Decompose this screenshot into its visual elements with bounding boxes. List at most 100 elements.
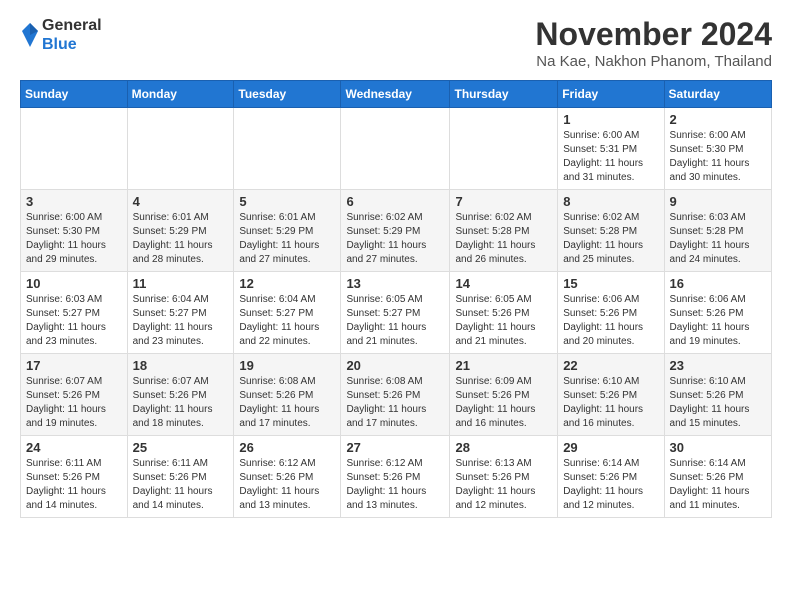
calendar-cell: 10 Sunrise: 6:03 AM Sunset: 5:27 PM Dayli…	[21, 272, 128, 354]
calendar-cell	[341, 108, 450, 190]
day-number: 11	[133, 276, 229, 291]
calendar-cell	[234, 108, 341, 190]
calendar-cell	[127, 108, 234, 190]
calendar-cell: 13 Sunrise: 6:05 AM Sunset: 5:27 PM Dayli…	[341, 272, 450, 354]
calendar-cell: 23 Sunrise: 6:10 AM Sunset: 5:26 PM Dayli…	[664, 354, 771, 436]
calendar-cell: 12Sunrise: 6:04 AM Sunset: 5:27 PM Dayli…	[234, 272, 341, 354]
page: General Blue November 2024 Na Kae, Nakho…	[0, 0, 792, 528]
day-number: 21	[455, 358, 552, 373]
day-number: 9	[670, 194, 766, 209]
day-number: 15	[563, 276, 658, 291]
day-number: 2	[670, 112, 766, 127]
day-info: Sunrise: 6:08 AM Sunset: 5:26 PM Dayligh…	[346, 375, 444, 431]
calendar-cell: 6Sunrise: 6:02 AM Sunset: 5:29 PM Daylig…	[341, 190, 450, 272]
calendar-cell: 20Sunrise: 6:08 AM Sunset: 5:26 PM Dayli…	[341, 354, 450, 436]
day-info: Sunrise: 6:10 AM Sunset: 5:26 PM Dayligh…	[670, 375, 766, 431]
day-info: Sunrise: 6:13 AM Sunset: 5:26 PM Dayligh…	[455, 457, 552, 513]
calendar-week-row: 24 Sunrise: 6:11 AM Sunset: 5:26 PM Dayli…	[21, 436, 772, 518]
calendar-cell: 17 Sunrise: 6:07 AM Sunset: 5:26 PM Dayli…	[21, 354, 128, 436]
calendar-cell: 26Sunrise: 6:12 AM Sunset: 5:26 PM Dayli…	[234, 436, 341, 518]
day-info: Sunrise: 6:07 AM Sunset: 5:26 PM Dayligh…	[26, 375, 122, 431]
calendar-cell	[450, 108, 558, 190]
day-info: Sunrise: 6:00 AM Sunset: 5:30 PM Dayligh…	[670, 129, 766, 185]
day-number: 14	[455, 276, 552, 291]
day-number: 18	[133, 358, 229, 373]
month-title: November 2024	[535, 16, 772, 53]
day-info: Sunrise: 6:11 AM Sunset: 5:26 PM Dayligh…	[26, 457, 122, 513]
calendar-cell: 18 Sunrise: 6:07 AM Sunset: 5:26 PM Dayli…	[127, 354, 234, 436]
calendar-day-header: Tuesday	[234, 81, 341, 108]
calendar-day-header: Saturday	[664, 81, 771, 108]
calendar-cell: 19Sunrise: 6:08 AM Sunset: 5:26 PM Dayli…	[234, 354, 341, 436]
day-number: 26	[239, 440, 335, 455]
calendar-cell: 15 Sunrise: 6:06 AM Sunset: 5:26 PM Dayli…	[558, 272, 664, 354]
calendar-week-row: 1 Sunrise: 6:00 AM Sunset: 5:31 PM Daylig…	[21, 108, 772, 190]
day-number: 17	[26, 358, 122, 373]
calendar-cell: 11Sunrise: 6:04 AM Sunset: 5:27 PM Dayli…	[127, 272, 234, 354]
calendar: SundayMondayTuesdayWednesdayThursdayFrid…	[20, 80, 772, 518]
day-info: Sunrise: 6:01 AM Sunset: 5:29 PM Dayligh…	[239, 211, 335, 267]
day-info: Sunrise: 6:03 AM Sunset: 5:27 PM Dayligh…	[26, 293, 122, 349]
day-number: 10	[26, 276, 122, 291]
calendar-cell	[21, 108, 128, 190]
calendar-cell: 25Sunrise: 6:11 AM Sunset: 5:26 PM Dayli…	[127, 436, 234, 518]
calendar-cell: 28 Sunrise: 6:13 AM Sunset: 5:26 PM Dayli…	[450, 436, 558, 518]
day-info: Sunrise: 6:02 AM Sunset: 5:29 PM Dayligh…	[346, 211, 444, 267]
day-info: Sunrise: 6:14 AM Sunset: 5:26 PM Dayligh…	[670, 457, 766, 513]
calendar-cell: 29 Sunrise: 6:14 AM Sunset: 5:26 PM Dayli…	[558, 436, 664, 518]
calendar-cell: 21Sunrise: 6:09 AM Sunset: 5:26 PM Dayli…	[450, 354, 558, 436]
day-info: Sunrise: 6:00 AM Sunset: 5:31 PM Dayligh…	[563, 129, 658, 185]
day-number: 4	[133, 194, 229, 209]
calendar-cell: 5 Sunrise: 6:01 AM Sunset: 5:29 PM Daylig…	[234, 190, 341, 272]
calendar-cell: 7Sunrise: 6:02 AM Sunset: 5:28 PM Daylig…	[450, 190, 558, 272]
day-info: Sunrise: 6:12 AM Sunset: 5:26 PM Dayligh…	[346, 457, 444, 513]
day-number: 22	[563, 358, 658, 373]
calendar-week-row: 3Sunrise: 6:00 AM Sunset: 5:30 PM Daylig…	[21, 190, 772, 272]
logo-icon	[20, 21, 40, 49]
calendar-cell: 24 Sunrise: 6:11 AM Sunset: 5:26 PM Dayli…	[21, 436, 128, 518]
day-number: 12	[239, 276, 335, 291]
day-number: 29	[563, 440, 658, 455]
day-info: Sunrise: 6:10 AM Sunset: 5:26 PM Dayligh…	[563, 375, 658, 431]
calendar-day-header: Thursday	[450, 81, 558, 108]
calendar-cell: 2 Sunrise: 6:00 AM Sunset: 5:30 PM Daylig…	[664, 108, 771, 190]
calendar-cell: 30Sunrise: 6:14 AM Sunset: 5:26 PM Dayli…	[664, 436, 771, 518]
logo-text: General Blue	[42, 16, 102, 54]
calendar-day-header: Monday	[127, 81, 234, 108]
day-number: 7	[455, 194, 552, 209]
calendar-cell: 4 Sunrise: 6:01 AM Sunset: 5:29 PM Daylig…	[127, 190, 234, 272]
day-number: 25	[133, 440, 229, 455]
calendar-cell: 8Sunrise: 6:02 AM Sunset: 5:28 PM Daylig…	[558, 190, 664, 272]
logo-blue: Blue	[42, 36, 77, 53]
day-number: 19	[239, 358, 335, 373]
day-number: 23	[670, 358, 766, 373]
day-info: Sunrise: 6:06 AM Sunset: 5:26 PM Dayligh…	[563, 293, 658, 349]
calendar-cell: 14Sunrise: 6:05 AM Sunset: 5:26 PM Dayli…	[450, 272, 558, 354]
day-info: Sunrise: 6:00 AM Sunset: 5:30 PM Dayligh…	[26, 211, 122, 267]
day-number: 1	[563, 112, 658, 127]
day-info: Sunrise: 6:06 AM Sunset: 5:26 PM Dayligh…	[670, 293, 766, 349]
day-info: Sunrise: 6:14 AM Sunset: 5:26 PM Dayligh…	[563, 457, 658, 513]
calendar-week-row: 17 Sunrise: 6:07 AM Sunset: 5:26 PM Dayli…	[21, 354, 772, 436]
calendar-day-header: Sunday	[21, 81, 128, 108]
day-info: Sunrise: 6:01 AM Sunset: 5:29 PM Dayligh…	[133, 211, 229, 267]
day-info: Sunrise: 6:05 AM Sunset: 5:27 PM Dayligh…	[346, 293, 444, 349]
day-number: 13	[346, 276, 444, 291]
calendar-cell: 3Sunrise: 6:00 AM Sunset: 5:30 PM Daylig…	[21, 190, 128, 272]
logo-general: General	[42, 17, 102, 34]
calendar-day-header: Friday	[558, 81, 664, 108]
calendar-day-header: Wednesday	[341, 81, 450, 108]
title-block: November 2024 Na Kae, Nakhon Phanom, Tha…	[535, 16, 772, 70]
calendar-cell: 16 Sunrise: 6:06 AM Sunset: 5:26 PM Dayli…	[664, 272, 771, 354]
day-number: 28	[455, 440, 552, 455]
calendar-cell: 27 Sunrise: 6:12 AM Sunset: 5:26 PM Dayli…	[341, 436, 450, 518]
logo: General Blue	[20, 16, 102, 54]
day-number: 5	[239, 194, 335, 209]
calendar-header-row: SundayMondayTuesdayWednesdayThursdayFrid…	[21, 81, 772, 108]
day-number: 24	[26, 440, 122, 455]
day-number: 27	[346, 440, 444, 455]
day-info: Sunrise: 6:03 AM Sunset: 5:28 PM Dayligh…	[670, 211, 766, 267]
day-info: Sunrise: 6:07 AM Sunset: 5:26 PM Dayligh…	[133, 375, 229, 431]
header: General Blue November 2024 Na Kae, Nakho…	[20, 16, 772, 70]
day-number: 16	[670, 276, 766, 291]
